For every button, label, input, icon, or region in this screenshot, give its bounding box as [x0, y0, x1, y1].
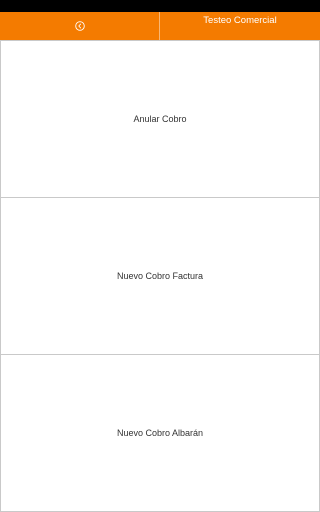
menu-item-anular-cobro[interactable]: Anular Cobro — [0, 40, 320, 198]
menu-item-nuevo-cobro-factura[interactable]: Nuevo Cobro Factura — [0, 197, 320, 355]
menu-item-label: Anular Cobro — [133, 114, 187, 124]
menu-list: Anular Cobro Nuevo Cobro Factura Nuevo C… — [0, 40, 320, 512]
menu-item-label: Nuevo Cobro Albarán — [116, 428, 204, 438]
status-bar — [0, 0, 320, 12]
header-title: Testeo Comercial — [203, 15, 277, 26]
back-circle-icon[interactable] — [74, 21, 85, 31]
back-button[interactable] — [0, 12, 160, 40]
app-header: Testeo Comercial — [0, 12, 320, 40]
menu-item-label: Nuevo Cobro Factura — [116, 271, 204, 281]
menu-item-nuevo-cobro-albaran[interactable]: Nuevo Cobro Albarán — [0, 354, 320, 512]
